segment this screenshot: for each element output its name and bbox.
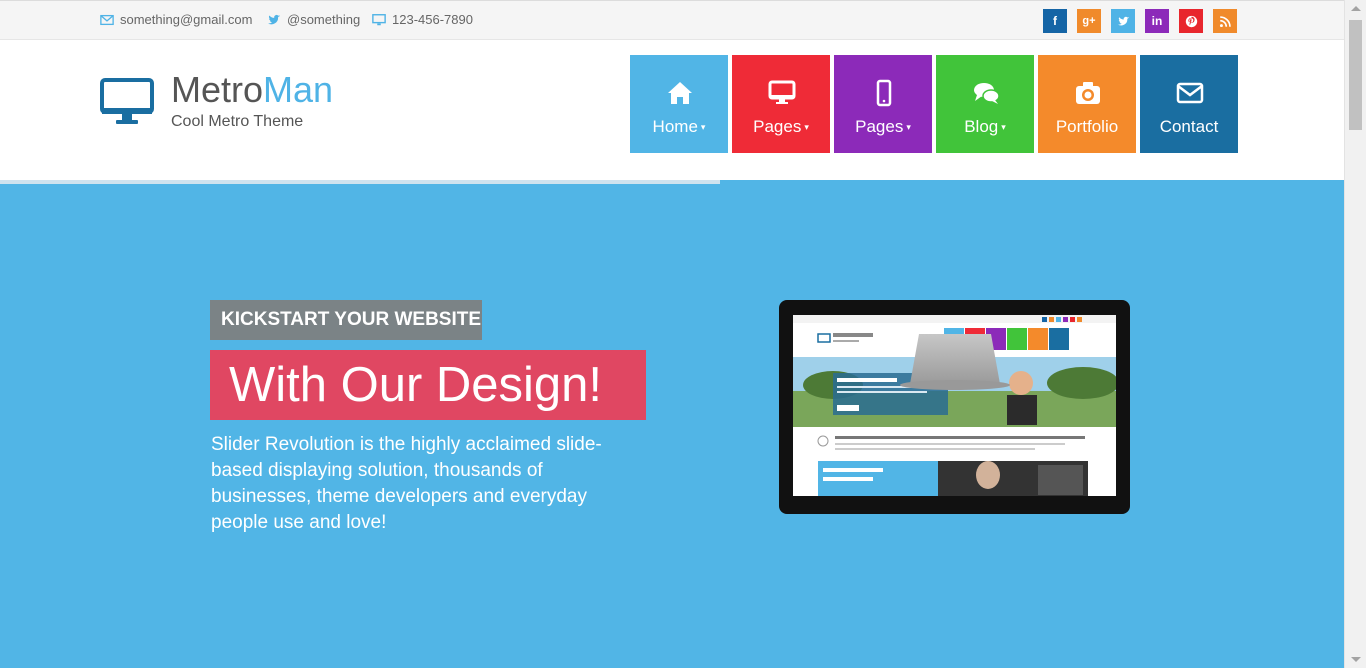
nav-blog-caret: ▾ — [1001, 122, 1006, 133]
nav-contact-label: Contact — [1159, 117, 1219, 136]
nav-home-label: Home — [652, 117, 698, 136]
nav-blog-label: Blog — [964, 117, 999, 136]
hero-description: Slider Revolution is the highly acclaime… — [211, 434, 602, 533]
facebook-icon[interactable]: f — [1043, 9, 1067, 33]
monitor-base — [900, 380, 1010, 390]
linkedin-icon[interactable]: in — [1145, 9, 1169, 33]
nav-portfolio[interactable]: Portfolio — [1038, 55, 1136, 153]
email-contact[interactable]: something@gmail.com — [100, 12, 252, 27]
camera-icon — [1076, 82, 1100, 104]
twitter-handle: @something — [287, 12, 361, 27]
phone-contact: 123-456-7890 — [372, 12, 473, 27]
logo-part-man: Man — [263, 69, 334, 110]
scroll-down-icon[interactable] — [1351, 657, 1361, 662]
phone-text: 123-456-7890 — [392, 12, 473, 27]
hero-top-strip — [0, 180, 720, 184]
site-tagline: Cool Metro Theme — [171, 113, 304, 130]
monitor-logo-icon[interactable] — [100, 78, 154, 126]
site-logo-title[interactable]: MetroMan — [171, 70, 333, 110]
page-scrollbar[interactable] — [1344, 0, 1366, 668]
home-icon — [668, 82, 692, 104]
nav-pages-mobile[interactable]: Pages ▾ — [834, 55, 932, 153]
envelope-icon — [100, 14, 114, 25]
rss-icon[interactable] — [1213, 9, 1237, 33]
nav-portfolio-label: Portfolio — [1055, 117, 1119, 136]
monitor-stand — [910, 334, 1000, 384]
hero-slider: KICKSTART YOUR WEBSITE With Our Design! … — [0, 180, 1344, 668]
site-header: MetroMan Cool Metro Theme Home ▾ Pages ▾ P… — [0, 40, 1344, 180]
logo-part-metro: Metro — [171, 69, 264, 110]
pinterest-icon[interactable] — [1179, 9, 1203, 33]
hero-headline: With Our Design! — [210, 350, 646, 420]
envelope-icon — [1176, 82, 1204, 104]
desktop-icon — [768, 80, 796, 104]
nav-blog[interactable]: Blog ▾ — [936, 55, 1034, 153]
google-plus-icon[interactable]: g+ — [1077, 9, 1101, 33]
nav-pages-label: Pages — [753, 117, 802, 136]
twitter-contact[interactable]: @something — [267, 12, 360, 27]
scroll-up-icon[interactable] — [1351, 6, 1361, 11]
nav-pages-caret: ▾ — [804, 122, 809, 133]
nav-pages-caret: ▾ — [906, 122, 911, 133]
scroll-thumb[interactable] — [1349, 20, 1362, 130]
nav-contact[interactable]: Contact — [1140, 55, 1238, 153]
top-bar: something@gmail.com @something 123-456-7… — [0, 0, 1344, 40]
comments-icon — [974, 83, 1000, 104]
email-text: something@gmail.com — [120, 12, 253, 27]
twitter-icon — [267, 14, 281, 24]
hero-kicker: KICKSTART YOUR WEBSITE — [210, 300, 482, 340]
nav-home[interactable]: Home ▾ — [630, 55, 728, 153]
mobile-icon — [876, 79, 892, 107]
desktop-icon — [372, 13, 386, 25]
nav-pages-label: Pages — [855, 117, 904, 136]
nav-home-caret: ▾ — [700, 122, 706, 133]
twitter-icon[interactable] — [1111, 9, 1135, 33]
nav-pages-desktop[interactable]: Pages ▾ — [732, 55, 830, 153]
monitor-image — [779, 300, 1130, 514]
